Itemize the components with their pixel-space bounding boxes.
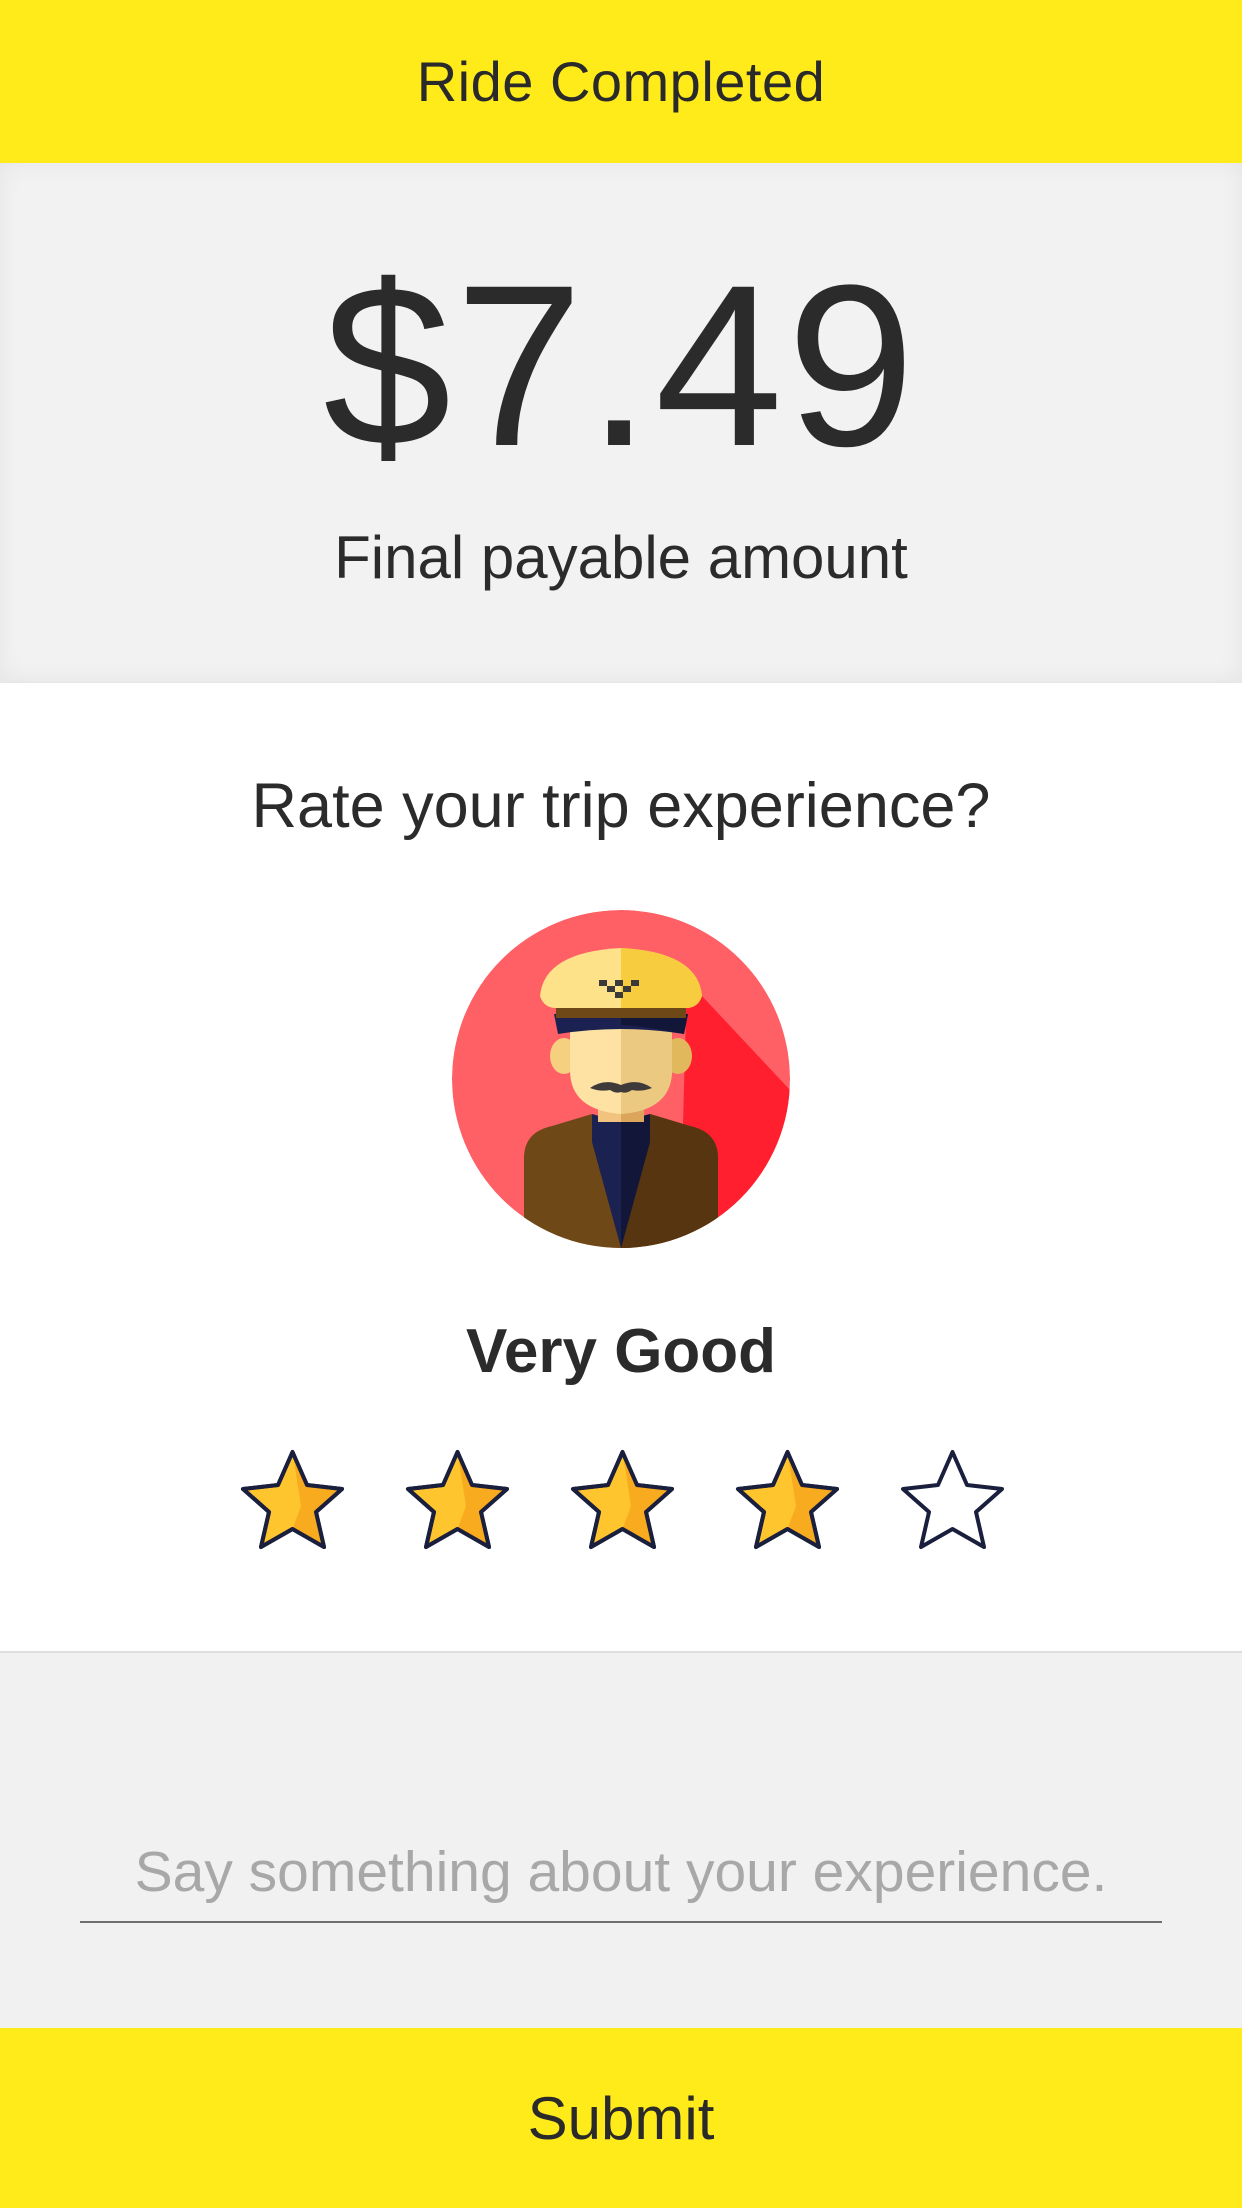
driver-avatar-icon xyxy=(452,910,790,1248)
star-filled-icon[interactable] xyxy=(565,1446,680,1561)
rating-label: Very Good xyxy=(465,1317,777,1386)
ride-completed-screen: Ride Completed $7.49 Final payable amoun… xyxy=(0,0,1242,2208)
rating-question: Rate your trip experience? xyxy=(251,771,991,841)
star-outline-icon[interactable] xyxy=(895,1446,1010,1561)
page-title: Ride Completed xyxy=(416,50,826,113)
app-header: Ride Completed xyxy=(0,0,1242,163)
star-rating[interactable] xyxy=(235,1446,1015,1561)
star-filled-icon[interactable] xyxy=(235,1446,350,1561)
fare-panel: $7.49 Final payable amount xyxy=(0,163,1242,683)
star-filled-icon[interactable] xyxy=(400,1446,515,1561)
fare-amount: $7.49 xyxy=(323,237,919,494)
comment-input[interactable] xyxy=(80,1823,1162,1923)
submit-button[interactable]: Submit xyxy=(0,2028,1242,2208)
star-filled-icon[interactable] xyxy=(730,1446,845,1561)
fare-label: Final payable amount xyxy=(334,524,908,591)
comment-section xyxy=(0,1653,1242,2028)
